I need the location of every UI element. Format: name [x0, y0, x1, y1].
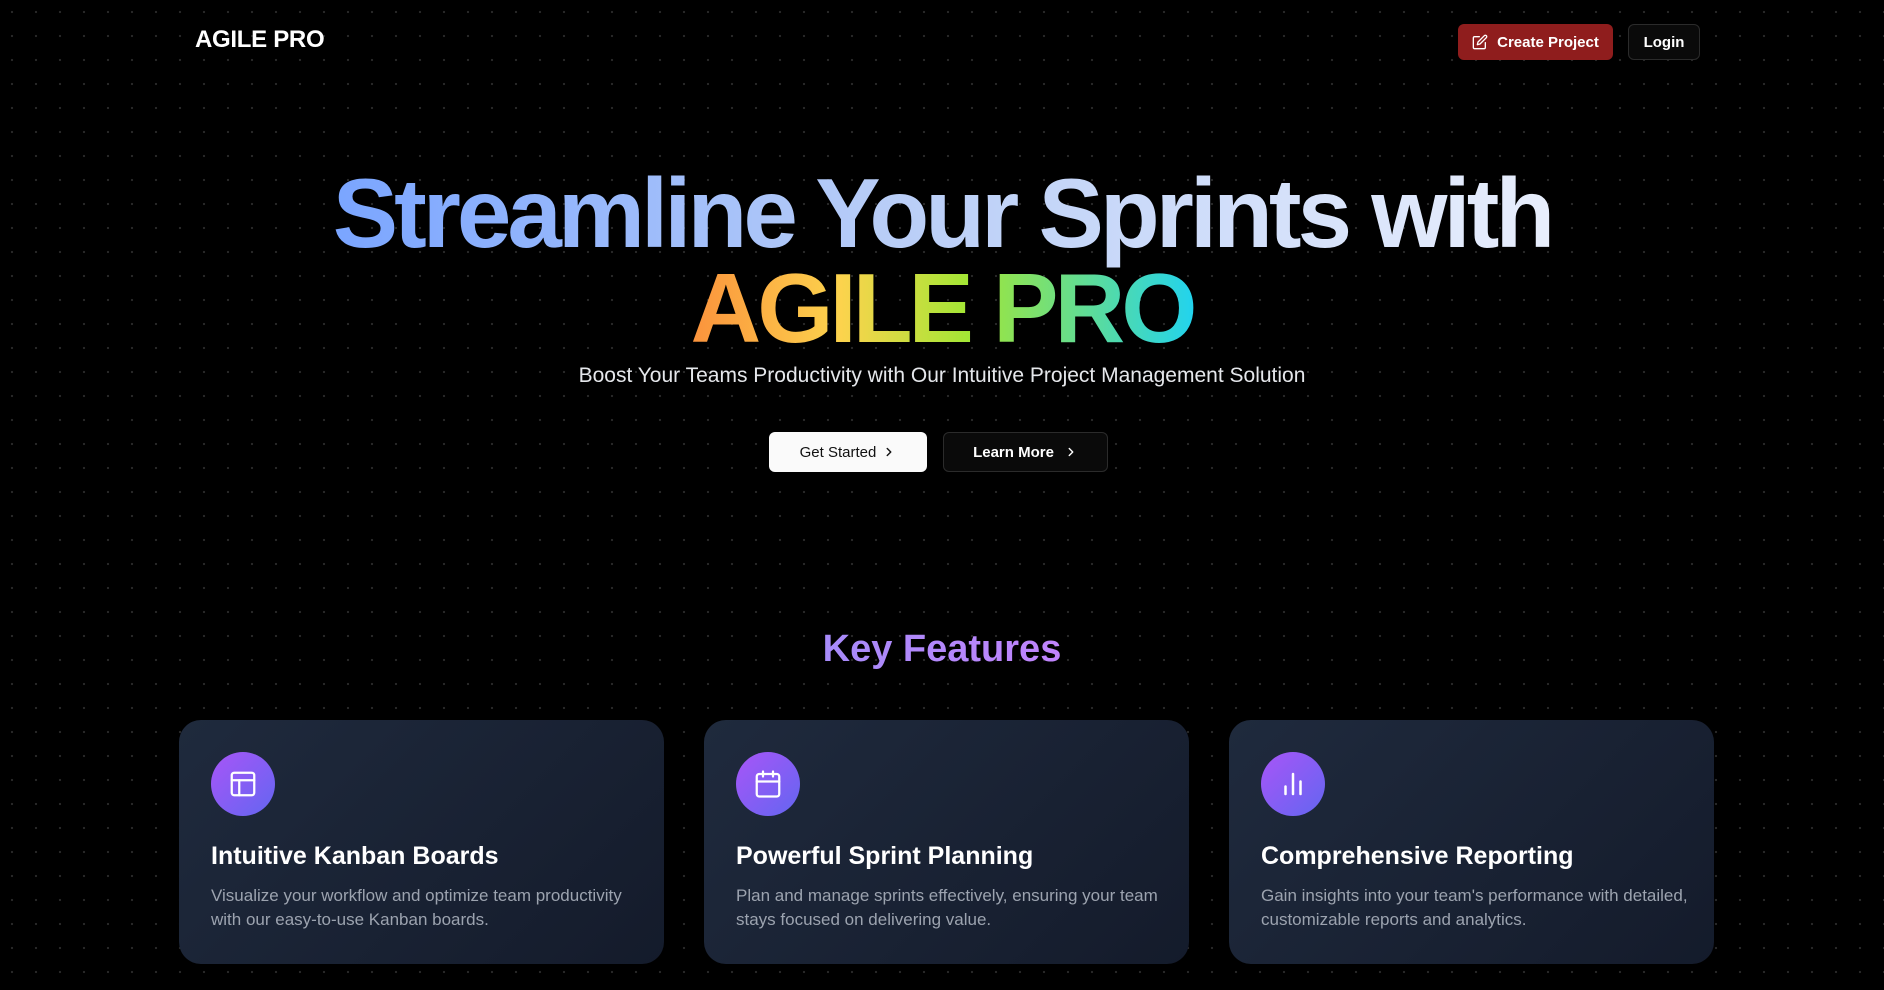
chevron-right-icon	[882, 445, 896, 459]
edit-icon	[1472, 34, 1488, 50]
login-button[interactable]: Login	[1628, 24, 1700, 60]
feature-card-title: Comprehensive Reporting	[1261, 842, 1574, 870]
create-project-button[interactable]: Create Project	[1458, 24, 1613, 60]
feature-card-description: Plan and manage sprints effectively, ens…	[736, 886, 1158, 929]
feature-card-title: Powerful Sprint Planning	[736, 842, 1034, 870]
hero-subtitle: Boost Your Teams Productivity with Our I…	[578, 364, 1306, 387]
hero-heading-line1: Streamline Your Sprints with	[0, 158, 1884, 268]
features-heading-text: Key Features	[822, 628, 1062, 670]
features-heading: Key Features	[0, 628, 1884, 671]
hero-heading-text: Streamline Your Sprints with	[332, 158, 1556, 268]
feature-card-kanban: Intuitive Kanban Boards Visualize your w…	[179, 720, 664, 964]
feature-card-reporting: Comprehensive Reporting Gain insights in…	[1229, 720, 1714, 964]
feature-card-sprint-planning: Powerful Sprint Planning Plan and manage…	[704, 720, 1189, 964]
chevron-right-icon	[1064, 445, 1078, 459]
bar-chart-icon	[1261, 752, 1325, 816]
feature-card-description: Gain insights into your team's performan…	[1261, 886, 1688, 929]
get-started-label: Get Started	[799, 443, 877, 461]
login-label: Login	[1643, 33, 1685, 51]
layout-icon	[211, 752, 275, 816]
learn-more-label: Learn More	[973, 443, 1054, 461]
feature-card-description: Visualize your workflow and optimize tea…	[211, 886, 622, 929]
create-project-label: Create Project	[1497, 33, 1599, 51]
top-navbar: AGILE PRO Create Project Login	[0, 0, 1884, 84]
hero-brand-text: AGILE PRO	[690, 253, 1197, 363]
logo[interactable]: AGILE PRO	[195, 26, 325, 54]
get-started-button[interactable]: Get Started	[769, 432, 927, 472]
learn-more-button[interactable]: Learn More	[943, 432, 1108, 472]
hero-heading-line2: AGILE PRO	[0, 253, 1884, 363]
feature-card-title: Intuitive Kanban Boards	[211, 842, 499, 870]
calendar-icon	[736, 752, 800, 816]
